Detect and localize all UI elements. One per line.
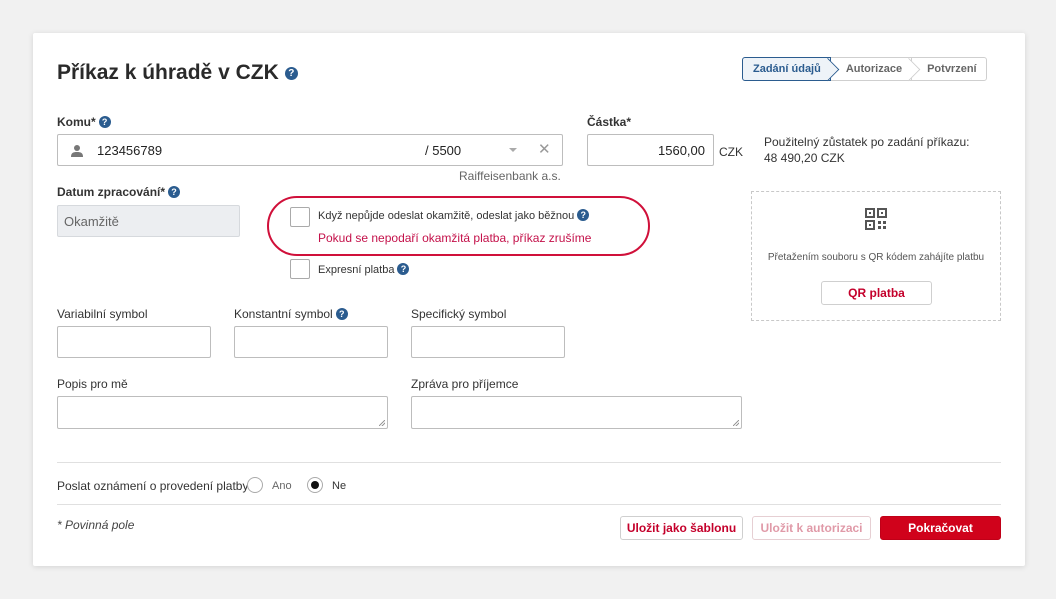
payment-order-card: Příkaz k úhradě v CZK? Zadání údajů Auto… xyxy=(33,33,1025,566)
komu-label: Komu*? xyxy=(57,115,111,129)
express-checkbox[interactable] xyxy=(290,259,310,279)
available-balance: Použitelný zůstatek po zadání příkazu: 4… xyxy=(764,134,969,166)
notify-yes-radio[interactable] xyxy=(247,477,263,493)
step-zadani-udaju: Zadání údajů xyxy=(742,57,831,81)
date-label: Datum zpracování*? xyxy=(57,185,181,199)
constant-symbol-input[interactable] xyxy=(234,326,388,358)
bank-name: Raiffeisenbank a.s. xyxy=(459,169,561,183)
note-for-me-label: Popis pro mě xyxy=(57,377,128,391)
fallback-checkbox-label: Když nepůjde odeslat okamžitě, odeslat j… xyxy=(318,209,590,222)
highlight-annotation xyxy=(267,196,650,256)
variable-symbol-input[interactable] xyxy=(57,326,211,358)
fallback-checkbox[interactable] xyxy=(290,207,310,227)
save-authorize-button[interactable]: Uložit k autorizaci xyxy=(752,516,871,540)
express-label-text: Expresní platba xyxy=(318,264,395,276)
help-icon[interactable]: ? xyxy=(577,209,590,221)
account-number-value: 123456789 xyxy=(97,143,163,158)
help-icon[interactable]: ? xyxy=(335,308,348,320)
person-icon xyxy=(71,145,83,157)
notify-no-label: Ne xyxy=(332,480,347,492)
fallback-note: Pokud se nepodaří okamžitá platba, příka… xyxy=(318,231,592,245)
specific-symbol-input[interactable] xyxy=(411,326,565,358)
message-label: Zpráva pro příjemce xyxy=(411,377,519,391)
amount-input[interactable]: 1560,00 xyxy=(587,134,714,166)
constant-symbol-label: Konstantní symbol? xyxy=(234,307,348,321)
qr-code-icon xyxy=(865,208,887,230)
resize-grip-icon[interactable] xyxy=(379,420,385,426)
step-potvrzeni: Potvrzení xyxy=(911,57,987,81)
divider xyxy=(57,504,1001,505)
specific-symbol-label: Specifický symbol xyxy=(411,307,507,321)
recipient-account-field[interactable]: 123456789 / 5500 ✕ xyxy=(57,134,563,166)
notify-label: Poslat oznámení o provedení platby xyxy=(57,479,249,493)
chevron-down-icon[interactable] xyxy=(509,148,517,152)
available-balance-label: Použitelný zůstatek po zadání příkazu: xyxy=(764,135,970,149)
processing-date-field[interactable]: Okamžitě xyxy=(57,205,240,237)
page-title-text: Příkaz k úhradě v CZK xyxy=(57,61,279,84)
help-icon[interactable]: ? xyxy=(98,116,111,128)
help-icon[interactable]: ? xyxy=(168,186,181,198)
date-label-text: Datum zpracování* xyxy=(57,185,166,199)
message-textarea[interactable] xyxy=(411,396,742,429)
note-for-me-textarea[interactable] xyxy=(57,396,388,429)
notify-no-radio[interactable] xyxy=(307,477,323,493)
amount-label-text: Částka* xyxy=(587,115,632,129)
variable-symbol-label: Variabilní symbol xyxy=(57,307,148,321)
bank-code-value: / 5500 xyxy=(425,143,462,158)
divider xyxy=(57,462,1001,463)
step-autorizace: Autorizace xyxy=(829,57,913,81)
komu-label-text: Komu* xyxy=(57,115,96,129)
save-template-button[interactable]: Uložit jako šablonu xyxy=(620,516,743,540)
fallback-label-text: Když nepůjde odeslat okamžitě, odeslat j… xyxy=(318,210,575,222)
amount-label: Částka* xyxy=(587,115,631,129)
resize-grip-icon[interactable] xyxy=(733,420,739,426)
qr-dropzone[interactable]: Přetažením souboru s QR kódem zahájíte p… xyxy=(751,191,1001,321)
qr-drop-text: Přetažením souboru s QR kódem zahájíte p… xyxy=(767,252,985,263)
currency-label: CZK xyxy=(719,145,743,159)
help-icon[interactable]: ? xyxy=(397,263,410,275)
qr-payment-button[interactable]: QR platba xyxy=(821,281,932,305)
notify-yes-label: Ano xyxy=(272,480,292,492)
constant-symbol-label-text: Konstantní symbol xyxy=(234,307,333,321)
continue-button[interactable]: Pokračovat xyxy=(880,516,1001,540)
progress-stepper: Zadání údajů Autorizace Potvrzení xyxy=(742,57,987,81)
page-title: Příkaz k úhradě v CZK? xyxy=(57,61,298,85)
close-icon[interactable]: ✕ xyxy=(538,140,551,158)
available-balance-value: 48 490,20 CZK xyxy=(764,151,845,165)
help-icon[interactable]: ? xyxy=(284,67,298,80)
express-label: Expresní platba? xyxy=(318,263,410,276)
required-note: * Povinná pole xyxy=(57,518,135,532)
